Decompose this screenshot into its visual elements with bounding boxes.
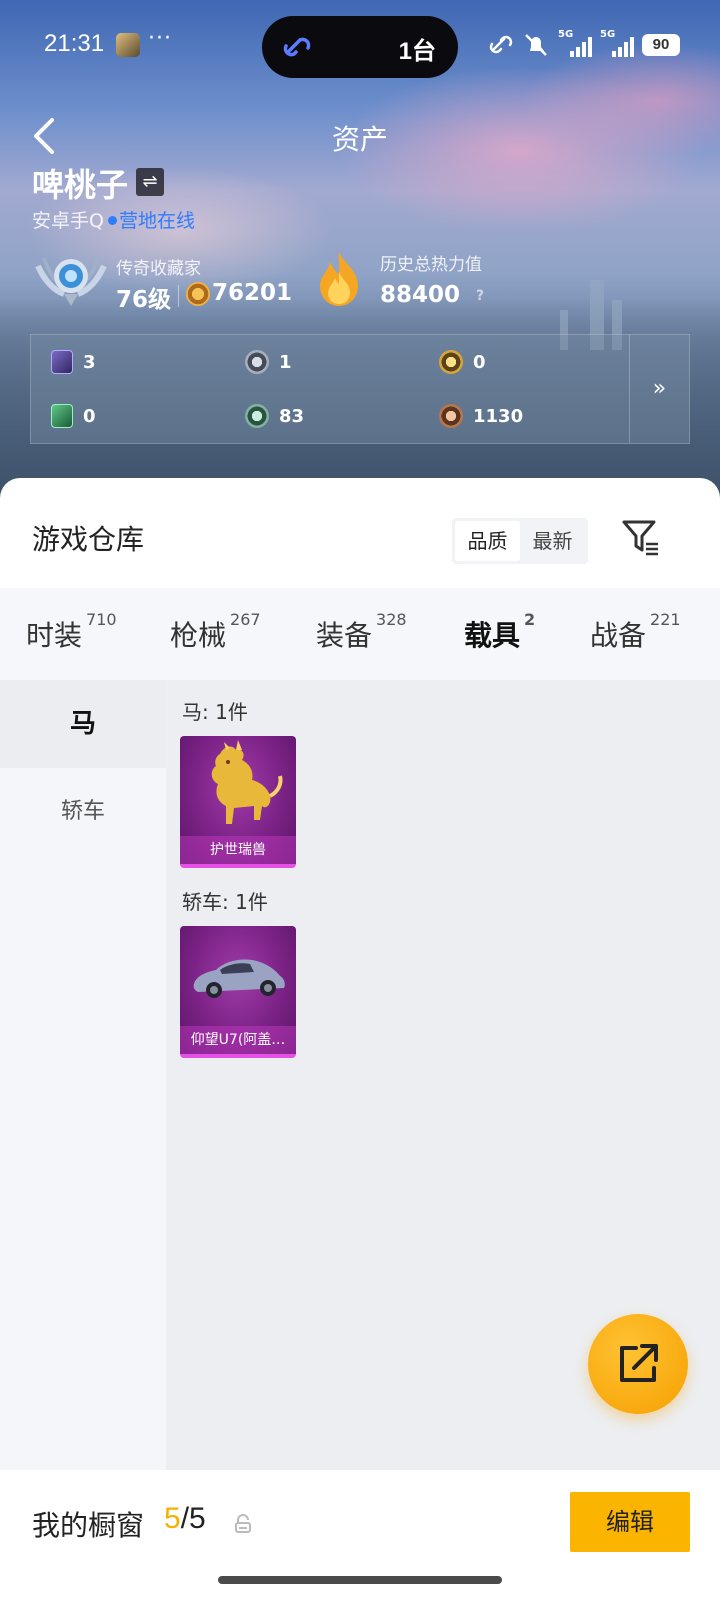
stat-item: 1130: [439, 401, 523, 431]
stat-item: 0: [439, 347, 486, 377]
item-card[interactable]: 仰望U7(阿盖…: [180, 926, 296, 1058]
online-status: 营地在线: [118, 210, 195, 232]
heat-value: 88400: [380, 282, 461, 308]
golden-beast-image: [211, 740, 283, 824]
tab-equipment[interactable]: 装备 328: [316, 610, 407, 654]
showcase-label: 我的橱窗: [32, 1509, 145, 1542]
sidebar-item-horse[interactable]: 马: [0, 680, 166, 768]
stat-item: 0: [51, 401, 96, 431]
warehouse-sheet: 游戏仓库 品质 最新 时装 710 枪械 267 装备 328 载具 2 战备 221 马…: [0, 478, 720, 1600]
rank-badge-icon: [35, 257, 107, 306]
page-title: 资产: [331, 123, 388, 156]
more-notifications-icon: ···: [148, 26, 172, 51]
link-status-icon: [489, 35, 513, 54]
platform-label: 安卓手Q: [32, 210, 104, 232]
switch-account-icon[interactable]: ⇌: [136, 168, 164, 196]
signal-icon: 5G: [558, 29, 592, 57]
stat-item: 1: [245, 347, 292, 377]
item-card[interactable]: 护世瑞兽: [180, 736, 296, 868]
rank-level: 76级: [116, 287, 172, 313]
tab-vehicles[interactable]: 载具 2: [464, 610, 535, 654]
user-platform: 安卓手Q 营地在线: [32, 206, 195, 233]
signal-icon: 5G: [600, 29, 634, 57]
stat-value: 0: [473, 351, 486, 373]
tab-fashion[interactable]: 时装 710: [26, 610, 117, 654]
share-button[interactable]: [588, 1314, 688, 1414]
dynamic-island[interactable]: 1台: [262, 16, 458, 78]
item-name: 仰望U7(阿盖…: [180, 1026, 296, 1054]
section-title: 游戏仓库: [32, 523, 145, 556]
category-tabs: 时装 710 枪械 267 装备 328 载具 2 战备 221: [0, 588, 720, 771]
edit-button[interactable]: 编辑: [570, 1492, 690, 1552]
bronze-emblem-icon: [439, 404, 463, 428]
battery-icon: 90: [642, 34, 680, 56]
sort-option-newest[interactable]: 最新: [520, 521, 585, 561]
green-card-icon: [51, 404, 73, 428]
item-name: 护世瑞兽: [180, 836, 296, 864]
coin-icon: [186, 282, 210, 306]
chevron-right-icon[interactable]: »: [629, 335, 689, 443]
online-dot-icon: [107, 216, 117, 225]
app-notification-icon: [116, 33, 140, 57]
status-bar: 21:31 ··· 1台 5G 5G 90: [0, 0, 720, 92]
lock-icon: [235, 1514, 251, 1533]
showcase-bar: 我的橱窗 5/5 编辑: [0, 1470, 720, 1600]
silver-emblem-icon: [245, 350, 269, 374]
stat-value: 3: [83, 351, 96, 373]
stat-item: 3: [51, 347, 96, 377]
divider: [178, 285, 179, 307]
heat-title: 历史总热力值: [380, 255, 482, 275]
flame-icon: [320, 252, 358, 306]
island-text: 1台: [398, 38, 436, 65]
stats-panel[interactable]: 3 1 0 0 83 1130 »: [30, 334, 690, 444]
jade-emblem-icon: [245, 404, 269, 428]
rank-title: 传奇收藏家: [116, 259, 201, 279]
stat-item: 83: [245, 401, 304, 431]
coin-value: 76201: [212, 280, 293, 306]
group-label: 轿车: 1件: [182, 890, 268, 914]
mute-icon: [525, 34, 547, 56]
sort-option-quality[interactable]: 品质: [455, 521, 520, 561]
stat-value: 1130: [473, 405, 524, 427]
status-time: 21:31: [44, 30, 105, 57]
stat-value: 0: [83, 405, 96, 427]
showcase-count: 5/5: [164, 1502, 206, 1535]
status-indicators: 5G 5G 90: [488, 29, 680, 60]
tab-supplies[interactable]: 战备 221: [590, 610, 681, 654]
group-label: 马: 1件: [182, 700, 248, 724]
gold-emblem-icon: [439, 350, 463, 374]
stat-value: 83: [279, 405, 305, 427]
sedan-car-image: [193, 959, 285, 998]
stat-value: 1: [279, 351, 292, 373]
subcategory-sidebar: 马 轿车: [0, 680, 166, 1470]
help-icon[interactable]: ?: [470, 286, 490, 306]
home-indicator[interactable]: [218, 1576, 502, 1584]
user-name: 啤桃子: [32, 166, 129, 204]
tab-weapons[interactable]: 枪械 267: [170, 610, 261, 654]
filter-icon[interactable]: [620, 516, 660, 556]
sort-toggle: 品质 最新: [452, 518, 588, 564]
purple-card-icon: [51, 350, 73, 374]
link-icon: [283, 37, 311, 57]
sidebar-item-sedan[interactable]: 轿车: [0, 768, 166, 856]
